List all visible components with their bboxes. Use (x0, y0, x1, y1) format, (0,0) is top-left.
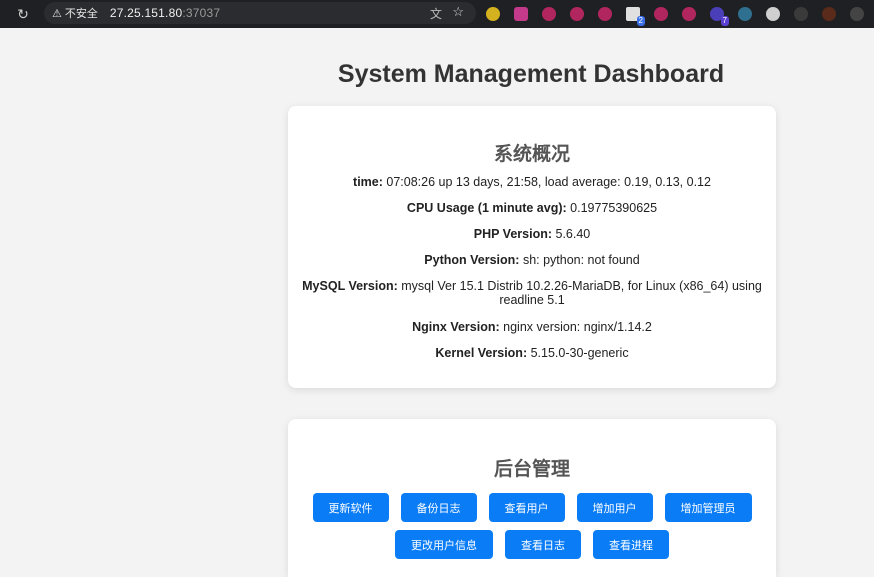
reload-icon[interactable]: ↻ (12, 6, 34, 23)
security-label[interactable]: 不安全 (65, 5, 98, 21)
info-value: 0.19775390625 (570, 201, 658, 215)
update-software-button[interactable]: 更新软件 (312, 493, 389, 522)
address-bar[interactable]: ⚠ 不安全 27.25.151.80:37037 文 ☆ (44, 2, 476, 24)
admin-button-row: 更改用户信息 查看日志 查看进程 (288, 530, 776, 559)
info-value: 5.6.40 (555, 227, 591, 241)
edit-user-info-button[interactable]: 更改用户信息 (395, 530, 493, 559)
extension-icon[interactable] (682, 7, 696, 21)
url-host: 27.25.151.80 (109, 6, 183, 20)
info-value: sh: python: not found (522, 253, 640, 267)
info-nginx-version: Nginx Version: nginx version: nginx/1.14… (300, 320, 764, 334)
add-user-button[interactable]: 增加用户 (576, 493, 653, 522)
info-value: 5.15.0-30-generic (530, 346, 629, 360)
system-overview-card: 系统概况 time: 07:08:26 up 13 days, 21:58, l… (288, 106, 776, 388)
extension-icon[interactable] (514, 7, 528, 21)
extension-badge: 2 (636, 16, 645, 26)
extension-icon[interactable] (542, 7, 556, 21)
extensions-bar: 2 7 (486, 4, 874, 26)
view-users-button[interactable]: 查看用户 (488, 493, 565, 522)
extension-badge: 7 (720, 16, 729, 26)
url-text[interactable]: 27.25.151.80:37037 (110, 6, 220, 20)
info-label: Python Version: (424, 253, 520, 267)
info-label: MySQL Version: (302, 279, 398, 293)
info-label: Kernel Version: (435, 346, 528, 360)
admin-button-row: 更新软件 备份日志 查看用户 增加用户 增加管理员 (288, 493, 776, 522)
url-port: :37037 (182, 6, 221, 20)
info-value: 07:08:26 up 13 days, 21:58, load average… (386, 175, 711, 189)
extension-icon[interactable] (766, 7, 780, 21)
admin-heading: 后台管理 (493, 459, 570, 480)
extension-icon[interactable]: 7 (710, 7, 729, 26)
browser-toolbar: ↻ ⚠ 不安全 27.25.151.80:37037 文 ☆ 2 7 (0, 0, 874, 28)
info-mysql-version: MySQL Version: mysql Ver 15.1 Distrib 10… (300, 279, 764, 307)
extension-icon[interactable] (654, 7, 668, 21)
info-label: time: (353, 175, 383, 189)
extension-icon[interactable] (738, 7, 752, 21)
info-value: nginx version: nginx/1.14.2 (503, 320, 652, 334)
add-admin-button[interactable]: 增加管理员 (664, 493, 752, 522)
extension-icon[interactable] (794, 7, 808, 21)
extension-icon[interactable] (486, 7, 500, 21)
extension-icon[interactable] (822, 7, 836, 21)
backup-logs-button[interactable]: 备份日志 (400, 493, 477, 522)
extension-icon[interactable] (570, 7, 584, 21)
info-label: PHP Version: (473, 227, 553, 241)
info-label: CPU Usage (1 minute avg): (406, 201, 567, 215)
extension-icon[interactable] (850, 7, 864, 21)
view-logs-button[interactable]: 查看日志 (505, 530, 581, 559)
extension-icon[interactable] (598, 7, 612, 21)
info-cpu-usage: CPU Usage (1 minute avg): 0.19775390625 (300, 201, 764, 215)
info-kernel-version: Kernel Version: 5.15.0-30-generic (300, 346, 764, 360)
translate-icon[interactable]: 文 (430, 5, 442, 22)
info-php-version: PHP Version: 5.6.40 (300, 227, 764, 241)
bookmark-star-icon[interactable]: ☆ (452, 4, 464, 20)
info-value: mysql Ver 15.1 Distrib 10.2.26-MariaDB, … (401, 279, 762, 307)
info-python-version: Python Version: sh: python: not found (300, 253, 764, 267)
extension-icon[interactable]: 2 (626, 7, 645, 26)
page-title: System Management Dashboard (337, 60, 725, 88)
view-processes-button[interactable]: 查看进程 (593, 530, 669, 559)
overview-heading: 系统概况 (493, 144, 570, 165)
info-time: time: 07:08:26 up 13 days, 21:58, load a… (300, 175, 764, 189)
info-label: Nginx Version: (412, 320, 500, 334)
admin-management-card: 后台管理 更新软件 备份日志 查看用户 增加用户 增加管理员 更改用户信息 查看… (288, 419, 776, 577)
warning-icon: ⚠ (52, 7, 62, 20)
